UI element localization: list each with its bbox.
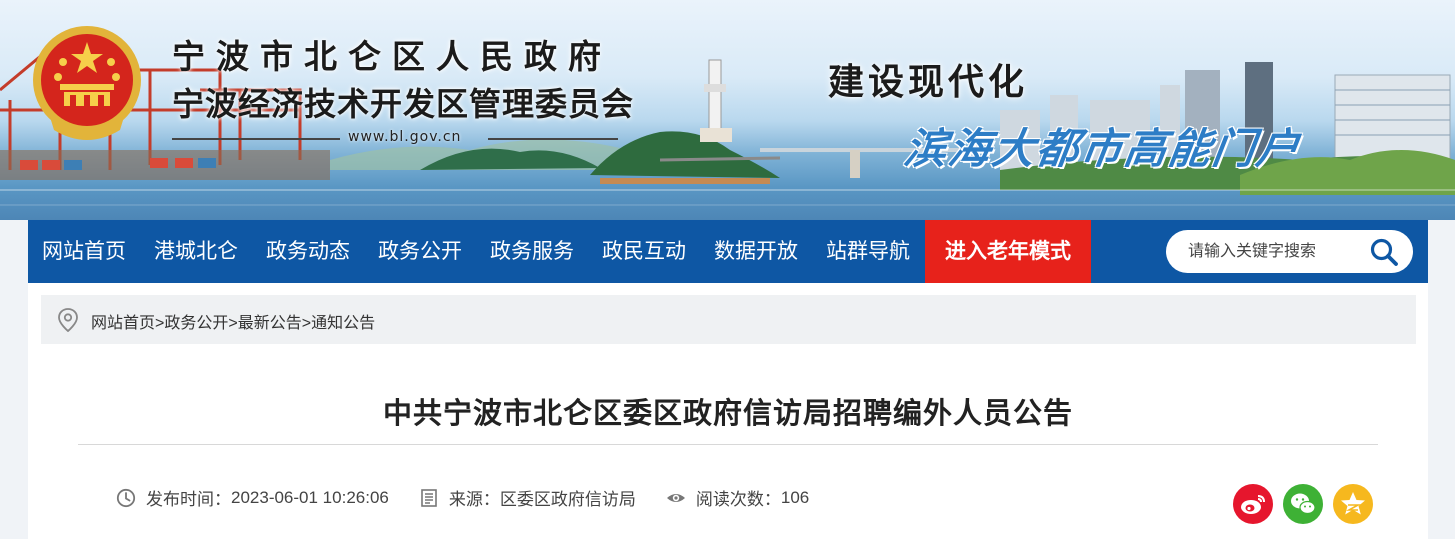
slogan-primary: 建设现代化	[828, 61, 1029, 103]
views-count: 106	[780, 487, 810, 507]
eye-icon	[666, 493, 685, 502]
senior-mode-button[interactable]: 进入老年模式	[925, 220, 1091, 283]
share-qzone-button[interactable]	[1333, 484, 1373, 524]
site-subtitle: 宁波经济技术开发区管理委员会	[172, 85, 635, 123]
weibo-icon	[1241, 495, 1265, 514]
source-group: 来源： 区委区政府信访局	[419, 485, 636, 510]
breadcrumb-home[interactable]: 网站首页	[91, 315, 155, 332]
title-divider	[78, 444, 1378, 445]
share-weibo-button[interactable]	[1233, 484, 1273, 524]
nav-item-port-city[interactable]: 港城北仑	[140, 220, 252, 283]
document-icon	[421, 488, 437, 507]
slogan-secondary: 滨海大都市高能门户	[901, 124, 1305, 173]
qzone-star-icon	[1341, 492, 1365, 515]
nav-item-home[interactable]: 网站首页	[28, 220, 140, 283]
wechat-icon	[1291, 493, 1316, 515]
nav-item-interaction[interactable]: 政民互动	[588, 220, 700, 283]
article-panel: 网站首页>政务公开>最新公告>通知公告 中共宁波市北仑区委区政府信访局招聘编外人…	[28, 283, 1428, 539]
breadcrumb-trail: 网站首页>政务公开>最新公告>通知公告	[91, 309, 375, 333]
share-wechat-button[interactable]	[1283, 484, 1323, 524]
source-value: 区委区政府信访局	[499, 490, 636, 509]
main-nav: 网站首页 港城北仑 政务动态 政务公开 政务服务 政民互动 数据开放 站群导航 …	[28, 220, 1428, 283]
article-meta: 发布时间： 2023-06-01 10:26:06 来源： 区委区政府信访局 阅…	[116, 485, 839, 510]
breadcrumb-notifications[interactable]: 通知公告	[311, 315, 375, 332]
nav-item-gov-news[interactable]: 政务动态	[252, 220, 364, 283]
nav-item-site-group[interactable]: 站群导航	[812, 220, 924, 283]
breadcrumb-latest-notices[interactable]: 最新公告	[238, 315, 302, 332]
source-label: 来源：	[448, 490, 500, 509]
search-box	[1166, 230, 1413, 273]
location-pin-icon	[58, 308, 78, 333]
views-label: 阅读次数：	[695, 490, 781, 509]
publish-time-group: 发布时间： 2023-06-01 10:26:06	[116, 485, 389, 510]
site-title: 宁波市北仑区人民政府	[172, 37, 612, 76]
publish-time-label: 发布时间：	[146, 490, 231, 509]
views-group: 阅读次数： 106	[666, 485, 809, 510]
breadcrumb-separator: >	[301, 315, 312, 332]
national-emblem-icon	[33, 26, 141, 140]
url-divider-right	[488, 138, 618, 140]
site-banner: 宁波市北仑区人民政府 宁波经济技术开发区管理委员会 www.bl.gov.cn …	[0, 0, 1455, 220]
publish-time-value: 2023-06-01 10:26:06	[231, 487, 389, 507]
article-title: 中共宁波市北仑区委区政府信访局招聘编外人员公告	[382, 398, 1073, 430]
nav-item-gov-disclosure[interactable]: 政务公开	[364, 220, 476, 283]
url-divider-left	[172, 138, 340, 140]
breadcrumb-separator: >	[155, 315, 165, 332]
site-url: www.bl.gov.cn	[348, 129, 462, 145]
search-input[interactable]	[1188, 241, 1348, 263]
breadcrumb-separator: >	[228, 315, 238, 332]
breadcrumb: 网站首页>政务公开>最新公告>通知公告	[41, 295, 1416, 344]
nav-item-open-data[interactable]: 数据开放	[700, 220, 812, 283]
nav-item-gov-service[interactable]: 政务服务	[476, 220, 588, 283]
clock-icon	[116, 488, 136, 507]
breadcrumb-gov-disclosure[interactable]: 政务公开	[164, 315, 228, 332]
search-icon[interactable]	[1369, 237, 1399, 267]
